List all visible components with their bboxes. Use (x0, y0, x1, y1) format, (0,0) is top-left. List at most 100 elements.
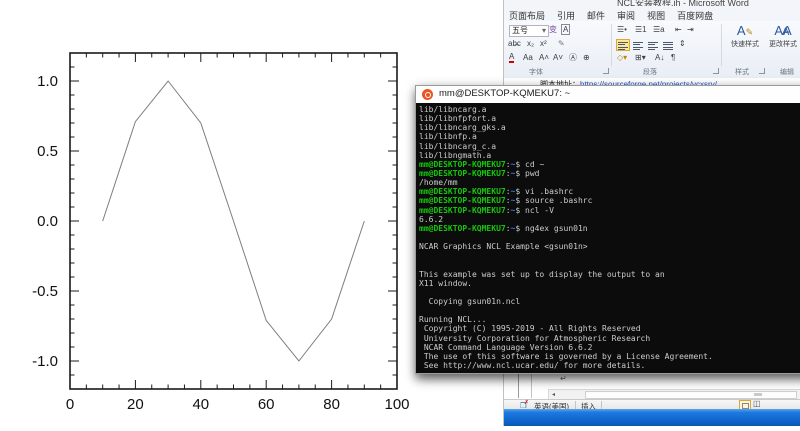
y-tick-label: 0.0 (37, 213, 58, 230)
ribbon-tab-引用[interactable]: 引用 (551, 7, 581, 22)
y-tick-label: 1.0 (37, 73, 58, 90)
strikethrough-button[interactable]: ab̶c (508, 38, 521, 49)
ribbon-tab-审阅[interactable]: 审阅 (611, 7, 641, 22)
styles-group-label: 样式 (735, 67, 749, 77)
command-text: vi .bashrc (525, 187, 573, 196)
terminal-output-line (419, 306, 800, 315)
paragraph-mark: ↵ (560, 374, 567, 383)
shrink-font-button[interactable]: A˅ (553, 52, 563, 63)
terminal-command-line: mm@DESKTOP-KQMEKU7:~$ cd ~ (419, 160, 800, 169)
show-marks-button[interactable]: ¶ (671, 52, 675, 63)
terminal-output-line (419, 288, 800, 297)
command-text: ncl -V (525, 206, 554, 215)
decrease-indent-button[interactable]: ⇤ (675, 24, 682, 35)
shading-button[interactable]: ◇▾ (617, 52, 627, 63)
prompt-sigil: $ (515, 160, 525, 169)
align-right-button[interactable] (646, 39, 660, 51)
terminal-command-line: mm@DESKTOP-KQMEKU7:~$ pwd (419, 169, 800, 178)
terminal-titlebar[interactable]: mm@DESKTOP-KQMEKU7: ~ (416, 86, 800, 104)
quick-styles-button[interactable]: A✎ 快速样式 (727, 23, 763, 57)
prompt-sigil: $ (515, 187, 525, 196)
scrollbar-thumb[interactable] (585, 391, 797, 399)
font-dialog-launcher-icon[interactable] (603, 68, 609, 74)
ribbon-divider (611, 24, 612, 66)
x-tick-label: 20 (127, 396, 144, 413)
terminal-output-line: Copyright (C) 1995-2019 - All Rights Res… (419, 324, 800, 333)
terminal-command-line: mm@DESKTOP-KQMEKU7:~$ ng4ex gsun01n (419, 224, 800, 233)
terminal-output-line: Copying gsun01n.ncl (419, 297, 800, 306)
enclose-characters-button[interactable]: Ⓐ (569, 52, 577, 63)
align-left-button[interactable] (616, 39, 630, 51)
font-group-label: 字体 (529, 67, 543, 77)
change-styles-label: 更改样式 (765, 39, 800, 49)
command-text: ng4ex gsun01n (525, 224, 588, 233)
y-tick-label: -0.5 (32, 283, 58, 300)
terminal-output-line (419, 260, 800, 269)
increase-indent-button[interactable]: ⇥ (687, 24, 694, 35)
ribbon-tab-邮件[interactable]: 邮件 (581, 7, 611, 22)
justify-button[interactable] (661, 39, 675, 51)
terminal-output-line (419, 233, 800, 242)
circle-character-button[interactable]: ⊕ (583, 52, 590, 63)
borders-button[interactable]: ⊞▾ (635, 52, 646, 63)
find-button[interactable]: A (782, 27, 789, 38)
bullets-button[interactable]: ☰• (617, 24, 627, 35)
ubuntu-icon (422, 89, 433, 100)
x-tick-label: 60 (258, 396, 275, 413)
spellcheck-error-icon: ✗ (524, 399, 529, 406)
paragraph-group-label: 段落 (643, 67, 657, 77)
character-border-button[interactable]: A (561, 24, 570, 35)
sort-button[interactable]: A↓ (655, 52, 664, 63)
terminal-output-line: Running NCL... (419, 315, 800, 324)
multilevel-list-button[interactable]: ☰a (653, 24, 665, 35)
paragraph-dialog-launcher-icon[interactable] (713, 68, 719, 74)
terminal-command-line: mm@DESKTOP-KQMEKU7:~$ vi .bashrc (419, 187, 800, 196)
prompt-user-host: mm@DESKTOP-KQMEKU7 (419, 187, 506, 196)
superscript-button[interactable]: x² (540, 38, 547, 49)
prompt-user-host: mm@DESKTOP-KQMEKU7 (419, 196, 506, 205)
pencil-icon: ✎ (746, 27, 754, 37)
prompt-sigil: $ (515, 206, 525, 215)
ribbon-tab-视图[interactable]: 视图 (641, 7, 671, 22)
font-size-combo[interactable]: 五号 ▾ (509, 25, 549, 37)
x-tick-label: 40 (192, 396, 209, 413)
terminal-output-line: See http://www.ncl.ucar.edu/ for more de… (419, 361, 800, 370)
statusbar-divider (575, 401, 576, 409)
editing-group-label: 编辑 (780, 67, 794, 77)
command-text: pwd (525, 169, 539, 178)
align-center-button[interactable] (631, 39, 645, 51)
pinyin-guide-button[interactable]: 变 (549, 24, 557, 35)
terminal-output-line: lib/libncarg_c.a (419, 142, 800, 151)
change-case-button[interactable]: Aa (523, 52, 533, 63)
ribbon-tab-百度网盘[interactable]: 百度网盘 (671, 7, 719, 22)
terminal-output-line: University Corporation for Atmospheric R… (419, 334, 800, 343)
terminal-window[interactable]: mm@DESKTOP-KQMEKU7: ~ lib/libncarg.alib/… (415, 85, 800, 374)
command-text: source .bashrc (525, 196, 592, 205)
reading-view-button[interactable]: ◫ (753, 399, 761, 408)
line-spacing-button[interactable]: ⇕ (679, 38, 686, 49)
format-painter-icon[interactable]: ✎ (558, 38, 565, 49)
data-line (103, 81, 365, 361)
terminal-screen[interactable]: lib/libncarg.alib/libnfpfort.alib/libnca… (416, 103, 800, 373)
ribbon-tab-页面布局[interactable]: 页面布局 (503, 7, 551, 22)
terminal-output-line (419, 251, 800, 260)
terminal-output-line: lib/libngmath.a (419, 151, 800, 160)
prompt-sigil: $ (515, 196, 525, 205)
quick-styles-label: 快速样式 (727, 39, 763, 49)
y-tick-label: 0.5 (37, 143, 58, 160)
terminal-output-line: lib/libnfp.a (419, 132, 800, 141)
prompt-user-host: mm@DESKTOP-KQMEKU7 (419, 224, 506, 233)
quick-styles-icon: A (737, 23, 746, 38)
numbering-button[interactable]: ☰1 (635, 24, 647, 35)
scroll-left-icon[interactable]: ◂ (552, 391, 555, 398)
styles-dialog-launcher-icon[interactable] (759, 68, 765, 74)
terminal-command-line: mm@DESKTOP-KQMEKU7:~$ ncl -V (419, 206, 800, 215)
grow-font-button[interactable]: A˄ (539, 52, 549, 63)
terminal-output-line: lib/libnfpfort.a (419, 114, 800, 123)
prompt-user-host: mm@DESKTOP-KQMEKU7 (419, 160, 506, 169)
scrollbar-grip (754, 393, 762, 396)
font-color-button[interactable]: A (509, 52, 514, 63)
font-size-value: 五号 (512, 26, 528, 35)
y-tick-label: -1.0 (32, 353, 58, 370)
subscript-button[interactable]: x₂ (527, 38, 534, 49)
